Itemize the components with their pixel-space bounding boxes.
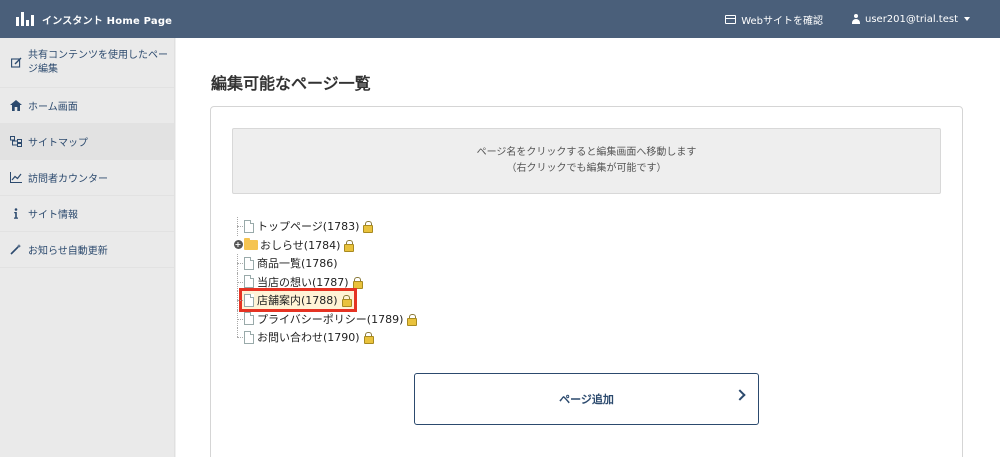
page-icon	[244, 293, 254, 307]
magic-wand-icon	[10, 244, 22, 256]
lock-icon	[344, 239, 355, 252]
add-page-button[interactable]: ページ追加	[414, 373, 759, 425]
info-icon	[10, 208, 22, 220]
folder-icon	[244, 237, 258, 250]
tree-node-news[interactable]: + おしらせ(1784)	[232, 236, 532, 255]
user-menu[interactable]: user201@trial.test	[851, 14, 970, 25]
tree-node-label[interactable]: 当店の想い(1787)	[257, 274, 349, 290]
highlighted-node[interactable]: 店舗案内(1788)	[239, 288, 357, 313]
user-label: user201@trial.test	[865, 13, 958, 25]
app-logo[interactable]: インスタント Home Page	[16, 12, 172, 27]
add-page-label: ページ追加	[559, 393, 614, 406]
tree-node-top-page[interactable]: トップページ(1783)	[232, 217, 532, 236]
tree-node-label[interactable]: 店舗案内(1788)	[257, 292, 338, 308]
sidebar-item-home[interactable]: ホーム画面	[0, 88, 174, 124]
notice-line-2: （右クリックでも編集が可能です）	[506, 163, 667, 174]
sidebar-item-label: 訪問者カウンター	[28, 174, 108, 185]
tree-connector	[232, 272, 244, 292]
tree-node-our-thoughts[interactable]: 当店の想い(1787)	[232, 272, 532, 292]
lock-icon	[352, 276, 363, 289]
tree-connector	[232, 254, 244, 273]
view-site-label: Webサイトを確認	[741, 15, 823, 27]
window-icon	[725, 14, 737, 24]
tree-node-label[interactable]: トップページ(1783)	[257, 218, 359, 234]
tree-connector	[232, 328, 244, 347]
view-site-link[interactable]: Webサイトを確認	[725, 12, 823, 27]
page-icon	[244, 330, 254, 344]
notice-line-1: ページ名をクリックすると編集画面へ移動します	[476, 147, 697, 158]
expand-toggle[interactable]: +	[232, 236, 244, 255]
plus-circle-icon: +	[233, 240, 243, 250]
edit-icon	[10, 57, 22, 69]
lock-icon	[363, 221, 374, 234]
chevron-right-icon	[734, 389, 746, 401]
lock-icon	[363, 332, 374, 345]
page-title: 編集可能なページ一覧	[211, 74, 371, 93]
page-list-panel: ページ名をクリックすると編集画面へ移動します （右クリックでも編集が可能です） …	[210, 106, 963, 457]
tree-node-label[interactable]: お問い合わせ(1790)	[257, 329, 360, 345]
sidebar-item-visitor-counter[interactable]: 訪問者カウンター	[0, 160, 174, 196]
sidebar-item-label: サイトマップ	[28, 138, 88, 149]
lock-icon	[341, 295, 352, 308]
page-icon	[244, 275, 254, 289]
tree-node-label[interactable]: 商品一覧(1786)	[257, 255, 338, 271]
page-icon	[244, 219, 254, 233]
main-content: 編集可能なページ一覧 ページ名をクリックすると編集画面へ移動します （右クリック…	[176, 38, 1000, 457]
instruction-notice: ページ名をクリックすると編集画面へ移動します （右クリックでも編集が可能です）	[232, 128, 941, 194]
page-tree: トップページ(1783) + おしらせ(1784) 商品一覧(1786) 当店の…	[232, 217, 532, 347]
lock-icon	[407, 313, 418, 326]
tree-node-contact[interactable]: お問い合わせ(1790)	[232, 328, 532, 347]
user-icon	[851, 14, 860, 24]
tree-node-products[interactable]: 商品一覧(1786)	[232, 254, 532, 273]
sidebar-item-news-auto-update[interactable]: お知らせ自動更新	[0, 232, 174, 268]
logo-mark-icon	[16, 12, 34, 26]
sidebar-item-shared-content-edit[interactable]: 共有コンテンツを使用したページ編集	[0, 38, 174, 88]
tree-node-privacy-policy[interactable]: プライバシーポリシー(1789)	[232, 309, 532, 329]
app-name: インスタント Home Page	[42, 15, 173, 27]
tree-connector	[232, 217, 244, 236]
sidebar-item-sitemap[interactable]: サイトマップ	[0, 124, 174, 160]
sidebar-item-label: 共有コンテンツを使用したページ編集	[28, 49, 168, 75]
sidebar-item-label: ホーム画面	[28, 102, 78, 113]
sidebar-item-label: お知らせ自動更新	[28, 246, 108, 257]
page-icon	[244, 256, 254, 270]
tree-node-label[interactable]: プライバシーポリシー(1789)	[257, 311, 403, 327]
chart-icon	[10, 172, 22, 184]
sidebar-item-site-info[interactable]: サイト情報	[0, 196, 174, 232]
page-icon	[244, 312, 254, 326]
sidebar-item-label: サイト情報	[28, 210, 78, 221]
tree-node-store-info[interactable]: 店舗案内(1788)	[232, 288, 532, 313]
sidebar: 共有コンテンツを使用したページ編集 ホーム画面 サイトマップ 訪問者カウンター …	[0, 38, 175, 457]
sitemap-icon	[10, 136, 22, 148]
caret-down-icon	[964, 17, 970, 21]
tree-connector	[232, 309, 244, 329]
tree-connector	[232, 291, 244, 310]
tree-node-label[interactable]: おしらせ(1784)	[260, 237, 340, 253]
home-icon	[10, 100, 22, 112]
top-header: インスタント Home Page Webサイトを確認 user201@trial…	[0, 0, 1000, 38]
